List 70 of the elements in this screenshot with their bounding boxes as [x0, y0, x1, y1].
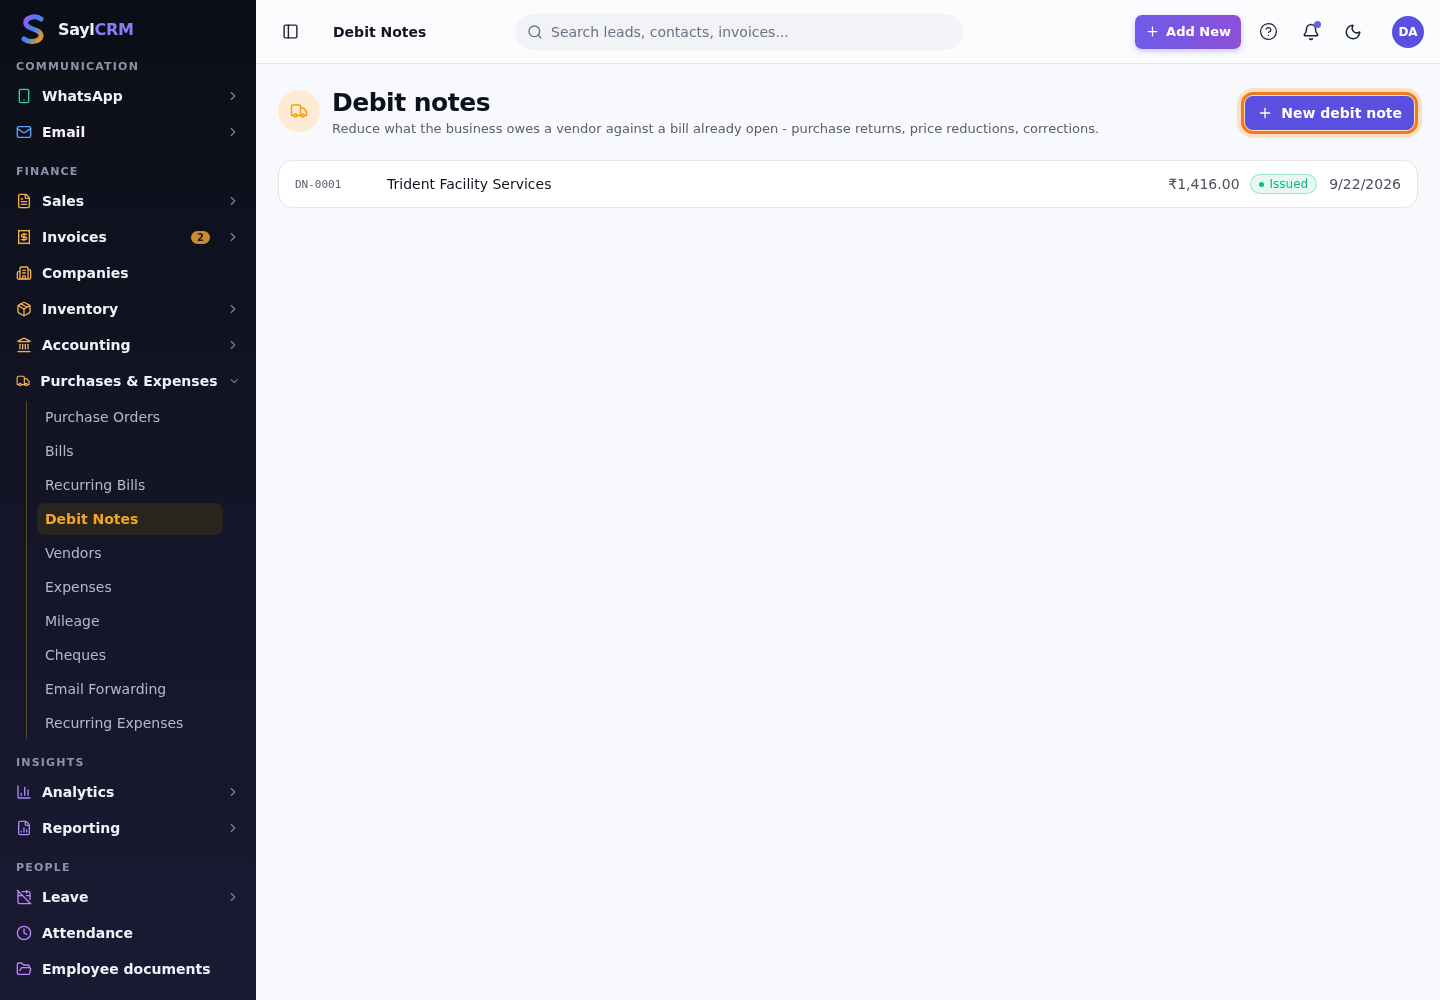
package-icon: [16, 301, 32, 317]
sidebar-item-label: Employee documents: [42, 961, 212, 977]
search-field[interactable]: Search leads, contacts, invoices...: [515, 13, 963, 50]
section-heading: INSIGHTS: [15, 755, 86, 771]
sidebar-item[interactable]: Purchases & Expenses: [0, 363, 256, 399]
sidebar-item[interactable]: Employee documents: [0, 951, 256, 987]
submenu-item[interactable]: Email Forwarding: [37, 673, 223, 705]
sidebar-item[interactable]: Sales: [0, 183, 256, 219]
page-subtitle: Reduce what the business owes a vendor against a bill already open - purchase returns, price reductions, corrections.: [332, 121, 1101, 136]
sidebar-item[interactable]: Reporting: [0, 810, 256, 846]
sidebar-item[interactable]: Inventory: [0, 291, 256, 327]
sidebar-item-label: Reporting: [42, 820, 122, 836]
sidebar-item-label: Sales: [42, 193, 86, 209]
count-badge: 2: [191, 230, 210, 244]
sidebar-item-label: Attendance: [42, 925, 134, 941]
note-number: DN-0001: [295, 177, 343, 191]
receipt-icon: [16, 229, 32, 245]
section-heading: FINANCE: [15, 164, 80, 180]
clock-icon: [16, 925, 32, 941]
date: 9/22/2026: [1329, 176, 1401, 192]
sidebar-item[interactable]: WhatsApp: [0, 78, 256, 114]
sidebar-item[interactable]: Invoices 2: [0, 219, 256, 255]
plus-icon: [1145, 24, 1161, 39]
submenu-item[interactable]: Cheques: [37, 639, 223, 671]
sidebar-item-label: Leave: [42, 889, 90, 905]
folder-icon: [16, 961, 32, 977]
building-icon: [16, 265, 32, 281]
page-title: Debit notes: [332, 88, 492, 117]
bar-chart-icon: [16, 784, 32, 800]
user-avatar[interactable]: DA: [1392, 15, 1424, 48]
section-heading: PEOPLE: [15, 860, 72, 876]
truck-icon: [278, 90, 320, 132]
sidebar-item[interactable]: Companies: [0, 255, 256, 291]
sidebar-item-label: Inventory: [42, 301, 120, 317]
sidebar-item-label: Email: [42, 124, 87, 140]
amount: ₹1,416.00: [1168, 176, 1240, 192]
section-heading: COMMUNICATION: [15, 60, 141, 75]
debit-note-row[interactable]: DN-0001 Trident Facility Services ₹1,416.00 Issued 9/22/2026: [278, 160, 1418, 208]
submenu-item[interactable]: Bills: [37, 435, 223, 467]
sidebar-item[interactable]: Accounting: [0, 327, 256, 363]
document-icon: [16, 193, 32, 209]
submenu-item[interactable]: Recurring Expenses: [37, 707, 223, 739]
sidebar-item[interactable]: Analytics: [0, 774, 256, 810]
add-new-button[interactable]: Add New: [1135, 14, 1241, 49]
breadcrumb: Debit Notes: [333, 23, 428, 40]
sidebar-item-label: Accounting: [42, 337, 132, 353]
submenu-item[interactable]: Expenses: [37, 571, 223, 603]
search-icon: [527, 23, 543, 40]
sidebar-item[interactable]: Leave: [0, 879, 256, 915]
phone-icon: [16, 88, 32, 104]
vendor-name: Trident Facility Services: [387, 176, 553, 192]
submenu-item[interactable]: Recurring Bills: [37, 469, 223, 501]
sidebar-item-label: Analytics: [42, 784, 116, 800]
sidebar-item-label: Companies: [42, 265, 130, 281]
status-badge: Issued: [1249, 174, 1318, 194]
sidebar-item[interactable]: Email: [0, 114, 256, 150]
mail-icon: [16, 124, 32, 140]
report-icon: [16, 820, 32, 836]
sidebar-item[interactable]: Attendance: [0, 915, 256, 951]
brand-name: SaylCRM: [58, 19, 134, 39]
submenu-item[interactable]: Debit Notes: [37, 503, 223, 535]
submenu-item[interactable]: Mileage: [37, 605, 223, 637]
sidebar-item-label: WhatsApp: [42, 88, 124, 104]
truck-icon: [16, 373, 31, 389]
bank-icon: [16, 337, 32, 353]
submenu-item[interactable]: Vendors: [37, 537, 223, 569]
calendar-off-icon: [16, 889, 32, 905]
sidebar-item-label: Invoices: [42, 229, 108, 245]
submenu-item[interactable]: Purchase Orders: [37, 401, 223, 433]
sidebar-item-label: Purchases & Expenses: [40, 373, 218, 389]
